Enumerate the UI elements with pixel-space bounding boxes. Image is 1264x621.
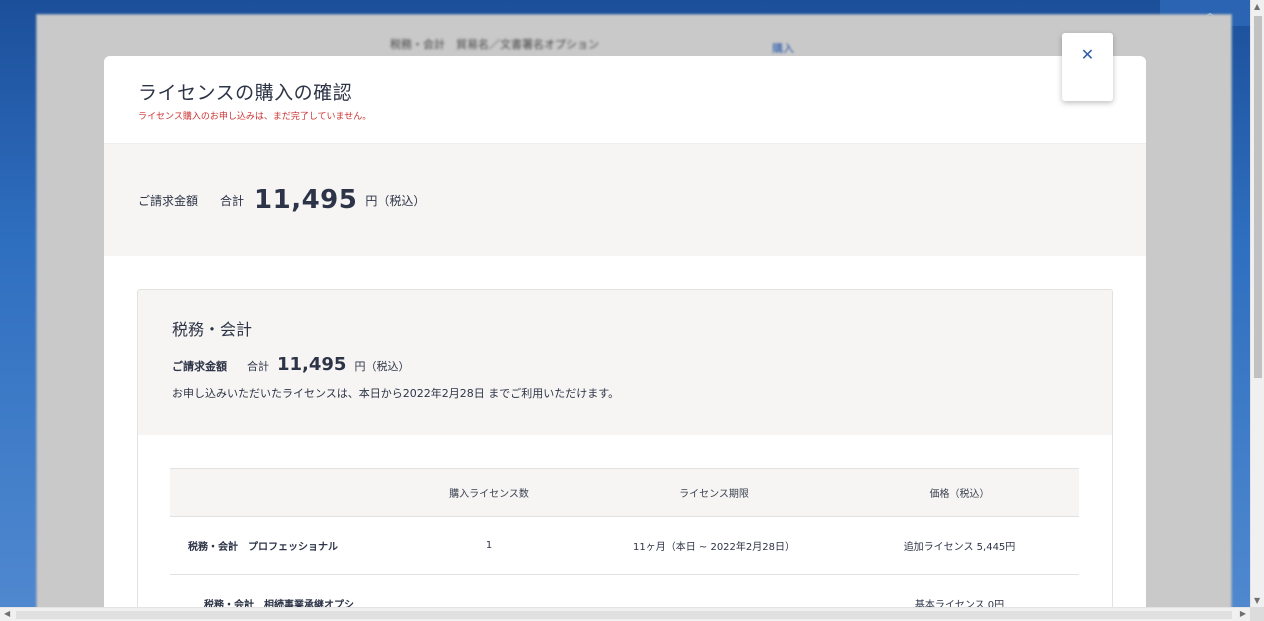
billing-unit: 円（税込） [365,193,426,208]
incomplete-warning: ライセンス購入のお申し込みは、まだ完了していません。 [138,112,372,122]
table-header-row: 購入ライセンス数 ライセンス期限 価格（税込） [170,468,1079,517]
table-row: 税務・会計 プロフェッショナル 1 11ヶ月（本日 ~ 2022年2月28日） … [170,516,1079,575]
section-unit: 円（税込） [354,360,410,373]
background-heading: 税務・会計 貿易名／文書署名オプション [390,38,599,51]
modal-title: ライセンスの購入の確認 [138,82,353,104]
scroll-right-icon[interactable]: ▶ [1240,609,1246,618]
column-header-period: ライセンス期限 [588,468,840,517]
background-link: 購入 [772,42,794,55]
row-product-name: 税務・会計 相続事業承継オプシ [170,574,390,607]
horizontal-scroll-thumb[interactable] [16,611,1232,619]
column-header-product [170,468,390,517]
row-license-count [390,574,588,607]
vertical-scroll-thumb[interactable] [1254,16,1262,378]
license-confirm-modal: ライセンスの購入の確認 ライセンス購入のお申し込みは、まだ完了していません。 ご… [104,56,1146,607]
table-row: 税務・会計 相続事業承継オプシ 基本ライセンス 0円 [170,574,1079,607]
modal-header: ライセンスの購入の確認 ライセンス購入のお申し込みは、まだ完了していません。 [104,56,1146,144]
vertical-scrollbar[interactable]: ▲ ▼ [1250,0,1264,607]
billing-summary: ご請求金額 合計 11,495 円（税込） [104,144,1146,256]
row-price: 追加ライセンス 5,445円 [840,516,1079,575]
section-billing: ご請求金額 合計 11,495 円（税込） [172,354,1078,375]
column-header-price: 価格（税込） [840,468,1079,517]
row-product-name: 税務・会計 プロフェッショナル [170,516,390,575]
billing-total-label: 合計 [220,193,245,208]
scroll-up-icon[interactable]: ▲ [1254,2,1260,11]
row-price: 基本ライセンス 0円 [840,574,1079,607]
billing-amount: 11,495 [254,185,358,215]
section-head: 税務・会計 ご請求金額 合計 11,495 円（税込） お申し込みいただいたライ… [138,290,1112,435]
scrollbar-corner [1250,607,1264,621]
row-license-period [588,574,840,607]
section-billing-label: ご請求金額 [172,360,227,373]
column-header-count: 購入ライセンス数 [390,468,588,517]
license-table: 購入ライセンス数 ライセンス期限 価格（税込） 税務・会計 プロフェッショナル … [170,468,1079,607]
scroll-down-icon[interactable]: ▼ [1254,596,1260,605]
close-icon[interactable]: ✕ [1081,45,1094,101]
section-title: 税務・会計 [172,320,253,339]
billing-label: ご請求金額 [138,193,199,208]
close-button[interactable]: ✕ [1062,33,1113,101]
horizontal-scrollbar[interactable]: ◀ ▶ [0,607,1250,621]
row-license-period: 11ヶ月（本日 ~ 2022年2月28日） [588,516,840,575]
row-license-count: 1 [390,516,588,575]
scroll-left-icon[interactable]: ◀ [4,609,10,618]
product-section: 税務・会計 ご請求金額 合計 11,495 円（税込） お申し込みいただいたライ… [137,289,1113,607]
license-period-note: お申し込みいただいたライセンスは、本日から2022年2月28日 までご利用いただ… [172,387,620,400]
section-amount: 11,495 [277,354,347,375]
section-total-label: 合計 [247,360,269,373]
